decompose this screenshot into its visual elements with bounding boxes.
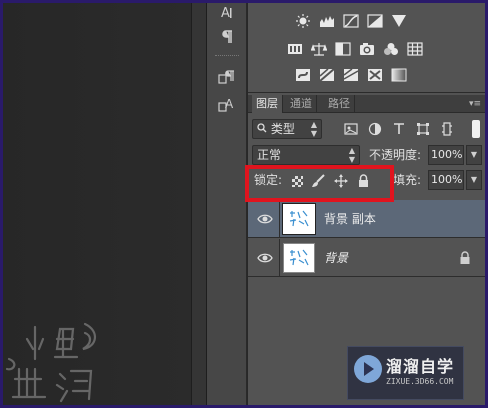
layer-filter-row: 类型 ▲ ▼ bbox=[248, 117, 485, 143]
black-white-icon[interactable] bbox=[334, 41, 352, 57]
right-panel-dock: 图层 通道 路径 ▾≡ 类型 ▲ ▼ 正常 ▲ ▼ 不透明度: 100% ▼ 锁… bbox=[248, 3, 485, 405]
panel-dock-divider[interactable] bbox=[191, 3, 207, 405]
layer-thumbnail[interactable] bbox=[283, 243, 315, 273]
fill-input[interactable]: 100% bbox=[428, 170, 464, 190]
svg-text:A: A bbox=[225, 97, 234, 111]
visibility-column bbox=[248, 200, 280, 238]
visibility-column bbox=[248, 239, 280, 277]
adjustment-layer-filter-icon[interactable] bbox=[368, 122, 382, 136]
adjustments-row-1 bbox=[294, 13, 408, 29]
paragraph-panel-icon[interactable] bbox=[215, 27, 239, 47]
blend-mode-value: 正常 bbox=[257, 148, 282, 162]
app-window: A A 图层 通道 路径 ▾≡ 类型 ▲ ▼ 正常 ▲ ▼ 不透明度: 100%… bbox=[0, 0, 488, 408]
layer-row-background-copy[interactable]: 背景 副本 bbox=[248, 200, 485, 238]
brightness-contrast-icon[interactable] bbox=[294, 13, 312, 29]
opacity-dropdown-button[interactable]: ▼ bbox=[466, 145, 482, 165]
layer-row-background[interactable]: 背景 bbox=[248, 239, 485, 277]
smart-object-filter-icon[interactable] bbox=[440, 122, 454, 136]
adjustments-row-2 bbox=[286, 41, 424, 57]
play-logo-icon bbox=[354, 355, 382, 383]
levels-icon[interactable] bbox=[318, 13, 336, 29]
opacity-label: 不透明度: bbox=[369, 148, 422, 162]
document-canvas[interactable] bbox=[3, 3, 191, 405]
invert-icon[interactable] bbox=[294, 67, 312, 83]
blend-mode-dropdown[interactable]: 正常 ▲ ▼ bbox=[252, 145, 360, 165]
type-layer-filter-icon[interactable] bbox=[392, 122, 406, 136]
calligraphy-watermark-logo bbox=[5, 322, 96, 403]
exposure-icon[interactable] bbox=[366, 13, 384, 29]
threshold-icon[interactable] bbox=[342, 67, 360, 83]
stepper-arrows-icon: ▲ ▼ bbox=[348, 146, 355, 164]
curves-icon[interactable] bbox=[342, 13, 360, 29]
selective-color-icon[interactable] bbox=[366, 67, 384, 83]
layers-tab-bar: 图层 通道 路径 ▾≡ bbox=[248, 95, 485, 113]
adjustments-panel bbox=[248, 3, 485, 93]
filter-kind-dropdown[interactable]: 类型 ▲ ▼ bbox=[252, 119, 322, 139]
pixel-layer-filter-icon[interactable] bbox=[344, 122, 358, 136]
paragraph-styles-icon[interactable] bbox=[215, 67, 239, 87]
stepper-arrows-icon: ▲ ▼ bbox=[310, 120, 317, 138]
panel-separator bbox=[215, 55, 239, 57]
layer-name-label: 背景 bbox=[324, 251, 349, 265]
tab-channels[interactable]: 通道 bbox=[286, 95, 317, 113]
watermark-url: ZIXUE.3D66.COM bbox=[386, 377, 454, 386]
opacity-input[interactable]: 100% bbox=[428, 145, 464, 165]
posterize-icon[interactable] bbox=[318, 67, 336, 83]
fill-label: 填充: bbox=[393, 173, 422, 187]
watermark-title: 溜溜自学 bbox=[386, 357, 455, 376]
hue-saturation-icon[interactable] bbox=[286, 41, 304, 57]
thumbnail-artwork-icon bbox=[289, 249, 309, 266]
eye-visibility-icon[interactable] bbox=[257, 211, 273, 227]
adjustments-row-3 bbox=[294, 67, 408, 83]
vibrance-icon[interactable] bbox=[390, 13, 408, 29]
collapsed-panel-strip: A A bbox=[207, 3, 247, 405]
tab-layers[interactable]: 图层 bbox=[252, 95, 283, 113]
eye-visibility-icon[interactable] bbox=[257, 250, 273, 266]
filter-toggle-switch[interactable] bbox=[472, 120, 480, 138]
zixue-watermark: 溜溜自学 ZIXUE.3D66.COM bbox=[347, 346, 464, 400]
tab-paths[interactable]: 路径 bbox=[324, 95, 355, 113]
lock-row-highlight-annotation bbox=[245, 165, 394, 202]
layer-thumbnail[interactable] bbox=[282, 203, 316, 235]
channel-mixer-icon[interactable] bbox=[382, 41, 400, 57]
character-panel-icon[interactable]: A bbox=[215, 3, 239, 23]
fill-dropdown-button[interactable]: ▼ bbox=[466, 170, 482, 190]
layer-name-label: 背景 副本 bbox=[324, 212, 376, 226]
character-styles-icon[interactable]: A bbox=[215, 95, 239, 115]
svg-text:A: A bbox=[221, 6, 230, 21]
filter-kind-label: 类型 bbox=[270, 122, 295, 136]
shape-layer-filter-icon[interactable] bbox=[416, 122, 430, 136]
color-balance-icon[interactable] bbox=[310, 41, 328, 57]
panel-menu-icon[interactable]: ▾≡ bbox=[469, 98, 481, 110]
photo-filter-icon[interactable] bbox=[358, 41, 376, 57]
layer-locked-icon bbox=[460, 251, 470, 264]
gradient-map-icon[interactable] bbox=[390, 67, 408, 83]
search-icon bbox=[257, 120, 267, 138]
thumbnail-artwork-icon bbox=[289, 210, 309, 227]
color-lookup-icon[interactable] bbox=[406, 41, 424, 57]
